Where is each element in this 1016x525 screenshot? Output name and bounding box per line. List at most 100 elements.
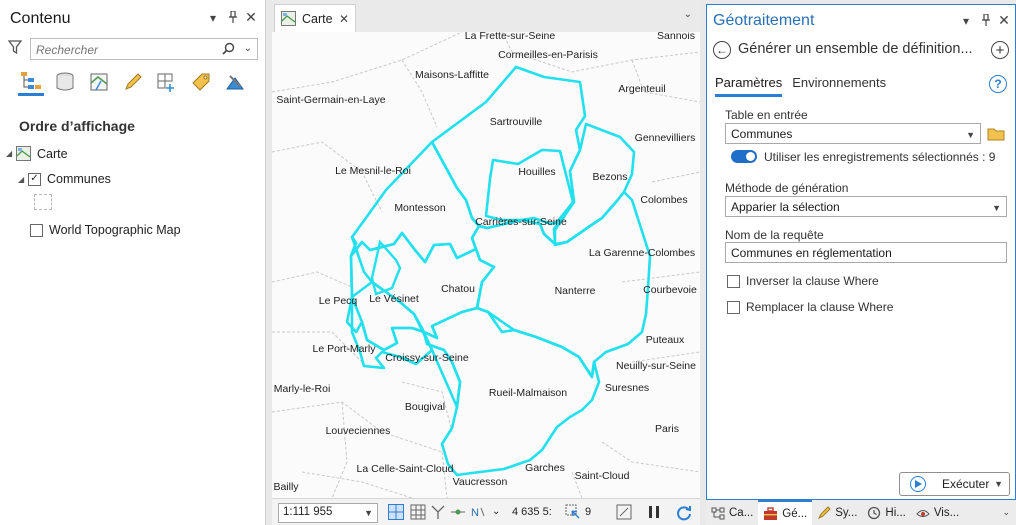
search-options-chevron-icon[interactable]: ⌄ [244, 43, 252, 54]
collapse-triangle-icon[interactable]: ◢ [18, 175, 28, 184]
map-scale-value: 1:111 955 [283, 506, 333, 518]
map-tab-bar: Carte ✕ ⌄ [272, 0, 700, 32]
selected-count: 9 [585, 506, 592, 518]
more-tabs-chevron-icon[interactable]: ⌄ [1002, 507, 1010, 518]
tab-map[interactable]: Carte ✕ [274, 4, 356, 32]
close-tab-icon[interactable]: ✕ [339, 12, 349, 26]
invert-where-checkbox[interactable] [727, 274, 740, 288]
geoprocessing-toolbox-icon [763, 506, 778, 521]
chevron-down-icon[interactable]: ▼ [992, 203, 1001, 213]
chevron-down-icon[interactable]: ⌄ [492, 506, 500, 517]
tab-catalog-label: Ca... [729, 506, 754, 519]
map-canvas[interactable]: La Frette-sur-Seine Sannois Cormeilles-e… [272, 32, 700, 498]
pane-options-chevron-icon[interactable]: ▾ [206, 11, 220, 25]
map-place-label: Chatou [441, 283, 475, 295]
pin-icon[interactable] [979, 13, 993, 29]
tab-symbology[interactable]: Sy... [812, 500, 862, 525]
map-place-label: La Celle-Saint-Cloud [356, 463, 454, 475]
refresh-display-icon[interactable] [616, 504, 632, 520]
list-by-snapping-icon[interactable] [154, 68, 180, 96]
communes-visibility-checkbox[interactable]: ✓ [28, 172, 41, 186]
map-place-label: Croissy-sur-Seine [385, 352, 469, 364]
map-place-label: Sartrouville [489, 116, 543, 128]
communes-layer-item[interactable]: ◢ ✓ Communes [18, 172, 111, 186]
list-by-editing-icon[interactable] [120, 68, 146, 96]
filter-icon[interactable] [7, 40, 23, 57]
add-tool-button[interactable]: + [991, 41, 1009, 59]
input-table-label: Table en entrée [725, 108, 808, 122]
close-pane-icon[interactable]: ✕ [997, 12, 1011, 29]
tab-geoprocessing[interactable]: Gé... [758, 500, 813, 525]
tab-visibility-range[interactable]: Vis... [911, 500, 964, 525]
play-icon [910, 476, 926, 492]
map-place-label: Cormeilles-en-Parisis [498, 49, 598, 61]
refresh-icon[interactable] [675, 504, 691, 521]
use-selected-records-toggle[interactable] [731, 150, 757, 163]
collapse-triangle-icon[interactable]: ◢ [6, 149, 16, 158]
tab-parameters[interactable]: Paramètres [715, 75, 783, 97]
tool-tabs: Paramètres Environnements [715, 75, 886, 97]
list-by-labeling-icon[interactable] [188, 68, 214, 96]
pin-icon[interactable] [226, 10, 240, 26]
map-place-label: Garches [525, 462, 565, 474]
pause-drawing-icon[interactable] [646, 504, 662, 520]
replace-where-checkbox[interactable] [727, 300, 740, 314]
selected-features-icon[interactable] [565, 504, 581, 520]
list-by-drawing-order-icon[interactable] [18, 68, 44, 96]
list-by-data-source-icon[interactable] [52, 68, 78, 96]
basemap-layer-item[interactable]: World Topographic Map [30, 223, 181, 237]
tab-symbology-label: Sy... [835, 506, 858, 519]
map-place-label: Maisons-Laffitte [415, 69, 489, 81]
tab-catalog[interactable]: Ca... [706, 500, 758, 525]
chevron-down-icon[interactable]: ▼ [994, 479, 1003, 489]
basemap-visibility-checkbox[interactable] [30, 223, 43, 237]
docked-pane-tabs: Ca... Gé... Sy... Hi... Vis... ⌄ [706, 500, 1016, 525]
list-by-selection-icon[interactable] [86, 68, 112, 96]
generation-method-combo[interactable]: Apparier la sélection ▼ [725, 196, 1007, 217]
snapping-icon[interactable] [450, 504, 466, 520]
map-place-label: Bailly [273, 481, 299, 493]
help-icon[interactable]: ? [989, 75, 1007, 93]
grid-icon[interactable] [410, 504, 426, 520]
pane-options-chevron-icon[interactable]: ▾ [959, 14, 973, 28]
coordinates-readout: 4 635 5: [512, 506, 552, 518]
invert-where-label: Inverser la clause Where [746, 274, 879, 288]
svg-text:N: N [471, 507, 479, 519]
tab-geoprocessing-label: Gé... [782, 507, 808, 520]
tab-history[interactable]: Hi... [862, 500, 910, 525]
map-icon [16, 146, 31, 161]
drawing-order-heading: Ordre d’affichage [19, 118, 135, 134]
browse-folder-icon[interactable] [987, 126, 1005, 144]
generation-method-value: Apparier la sélection [731, 200, 840, 214]
tab-list-chevron-icon[interactable]: ⌄ [684, 9, 692, 20]
symbology-icon [817, 505, 831, 520]
map-tab-label: Carte [302, 11, 333, 26]
run-button[interactable]: Exécuter ▼ [899, 472, 1010, 496]
back-button[interactable]: ← [713, 41, 731, 59]
map-scale-combo[interactable]: 1:111 955 ▼ [278, 503, 378, 523]
north-arrow-icon[interactable]: N [470, 504, 486, 520]
communes-symbol-swatch[interactable] [34, 194, 52, 210]
list-by-perspective-icon[interactable] [222, 68, 248, 96]
map-place-label: La Garenne-Colombes [588, 247, 696, 259]
visibility-range-icon [916, 506, 930, 520]
constraints-icon[interactable] [430, 504, 446, 520]
generation-method-label: Méthode de génération [725, 181, 849, 195]
replace-where-option[interactable]: Remplacer la clause Where [727, 300, 893, 314]
search-icon[interactable] [222, 42, 235, 58]
query-name-field[interactable]: Communes en réglementation [725, 242, 1007, 263]
map-tree-item[interactable]: ◢ Carte [6, 146, 68, 161]
search-field[interactable]: ⌄ [30, 38, 258, 60]
search-input[interactable] [36, 42, 216, 57]
chevron-down-icon[interactable]: ▼ [966, 130, 975, 140]
close-pane-icon[interactable]: ✕ [244, 9, 258, 26]
map-place-label: Paris [655, 423, 679, 435]
input-table-combo[interactable]: Communes ▼ [725, 123, 981, 144]
geoprocessing-title: Géotraitement [713, 12, 815, 29]
map-place-label: Le Port-Marly [312, 343, 376, 355]
contents-title: Contenu [10, 10, 71, 27]
invert-where-option[interactable]: Inverser la clause Where [727, 274, 879, 288]
grid-snap-icon[interactable] [388, 504, 404, 520]
chevron-down-icon[interactable]: ▼ [364, 508, 373, 518]
tab-environments[interactable]: Environnements [792, 75, 886, 97]
